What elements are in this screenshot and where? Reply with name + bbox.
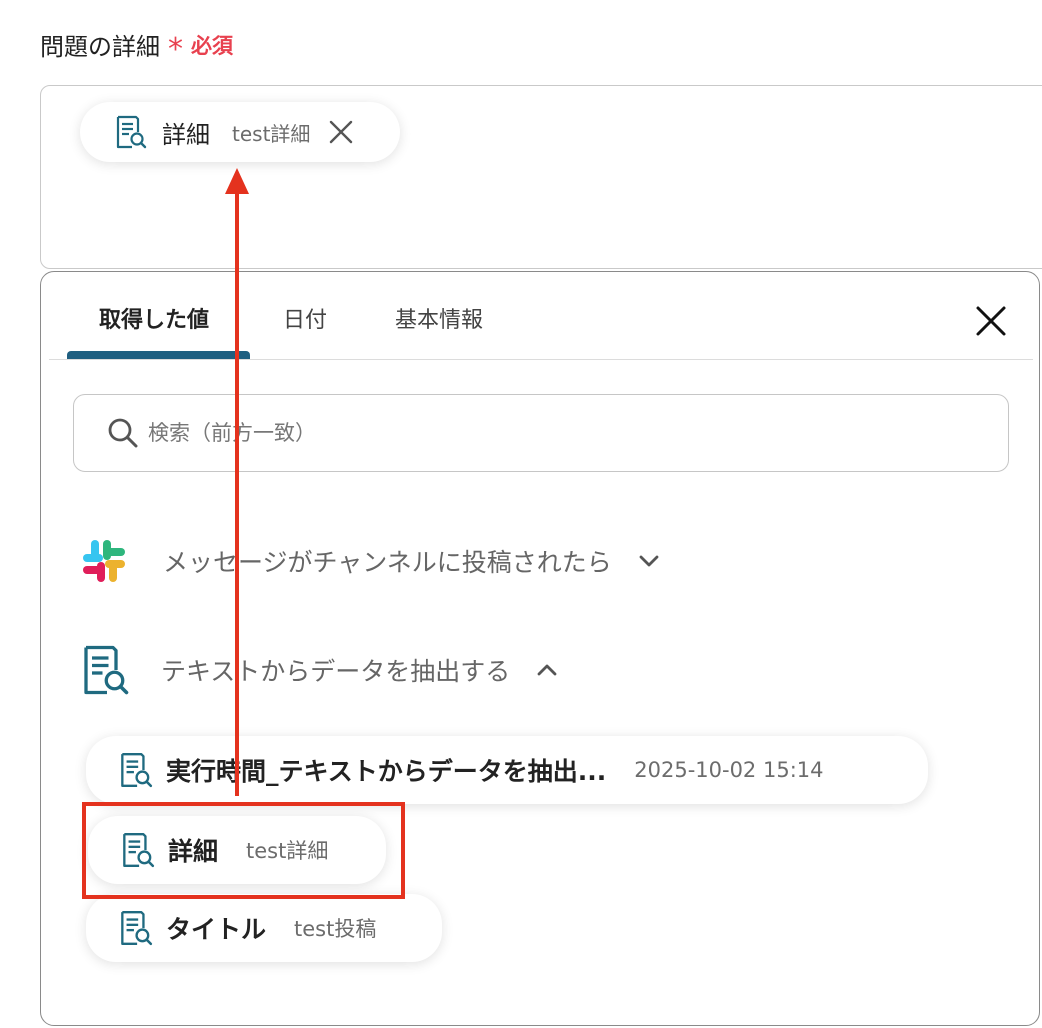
search-box[interactable] [73, 394, 1009, 472]
item-name: タイトル [166, 915, 267, 944]
tab-basic-info[interactable]: 基本情報 [395, 302, 483, 334]
document-search-icon [116, 909, 154, 947]
search-input[interactable] [148, 421, 948, 445]
group-label: テキストからデータを抽出する [161, 657, 511, 686]
document-search-icon [116, 751, 154, 789]
chevron-down-icon[interactable] [636, 548, 662, 574]
required-asterisk: * [168, 31, 183, 67]
tab-bar: 取得した値 日付 基本情報 [49, 272, 1033, 360]
tab-retrieved-values[interactable]: 取得した値 [99, 302, 209, 334]
list-item-title[interactable]: タイトル test投稿 [86, 894, 442, 962]
chip-name: 詳細 [162, 120, 210, 149]
field-title: 問題の詳細 [40, 33, 160, 61]
item-name: 実行時間_テキストからデータを抽出... [166, 757, 607, 786]
group-label: メッセージがチャンネルに投稿されたら [163, 548, 612, 577]
slack-icon [83, 540, 125, 582]
document-search-icon [77, 642, 131, 698]
item-value: 2025-10-02 15:14 [634, 758, 824, 782]
remove-chip-icon[interactable] [328, 119, 354, 145]
chevron-up-icon[interactable] [534, 657, 560, 683]
item-value: test投稿 [294, 917, 377, 941]
field-label: 問題の詳細 * 必須 [40, 27, 233, 67]
group-extract-text[interactable]: テキストからデータを抽出する [77, 642, 560, 698]
list-item-execution-time[interactable]: 実行時間_テキストからデータを抽出... 2025-10-02 15:14 [86, 736, 928, 804]
selected-value-chip[interactable]: 詳細 test詳細 [80, 102, 400, 162]
required-badge: 必須 [191, 33, 233, 58]
close-icon[interactable] [975, 305, 1007, 337]
chip-value: test詳細 [232, 121, 311, 146]
group-slack-trigger[interactable]: メッセージがチャンネルに投稿されたら [81, 538, 662, 584]
document-search-icon [112, 114, 148, 150]
tab-date[interactable]: 日付 [283, 302, 327, 334]
active-tab-indicator [67, 351, 250, 359]
highlight-box [82, 802, 405, 899]
search-icon [108, 418, 138, 448]
